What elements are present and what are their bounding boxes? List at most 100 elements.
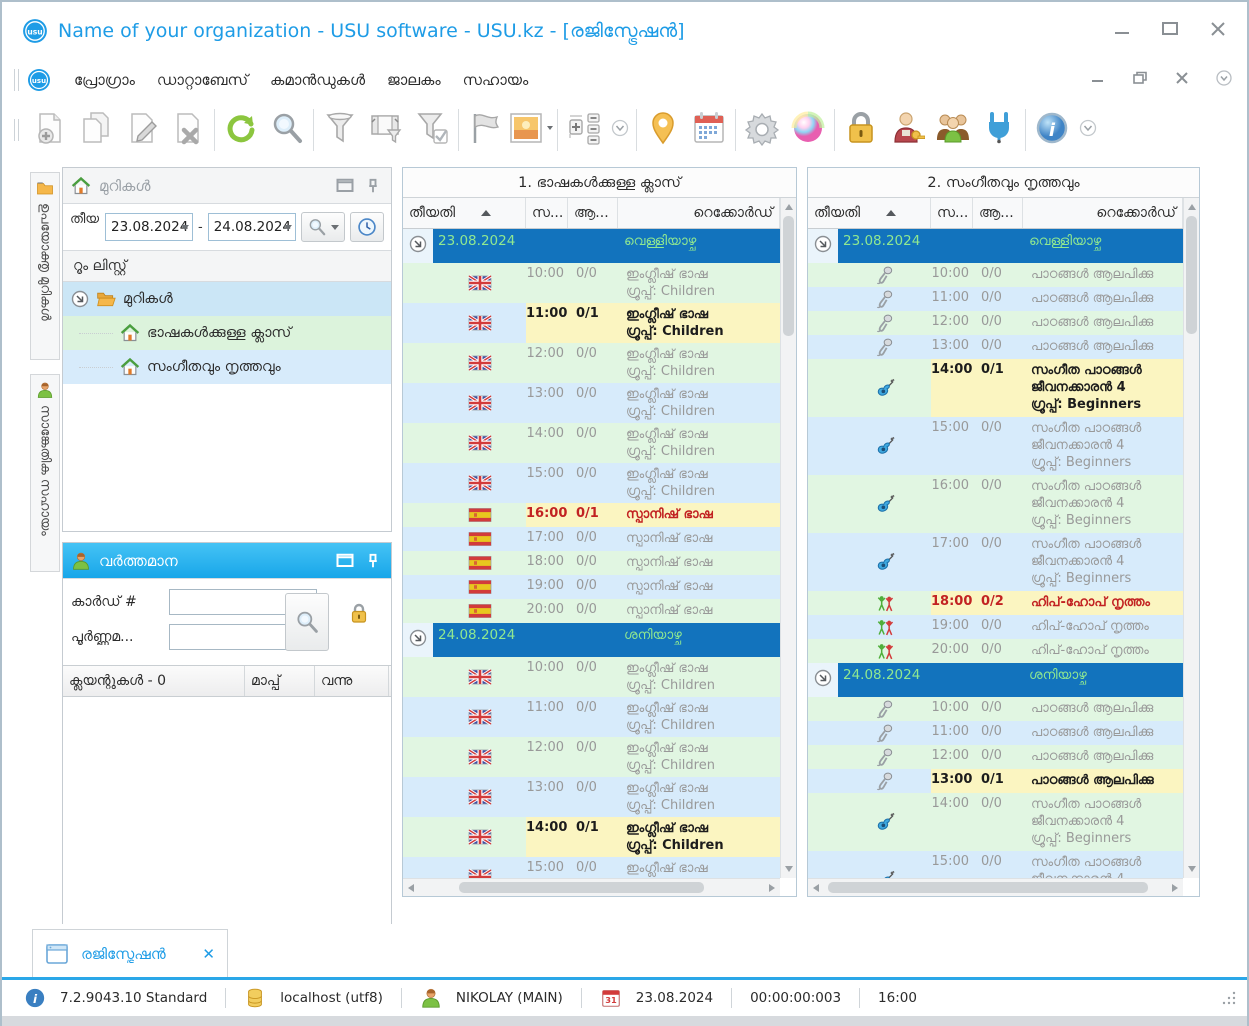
schedule-row[interactable]: 14:00 0/1 ഇംഗ്ലീഷ് ഭാഷ ഗ്രൂപ്പ്: Children xyxy=(403,817,780,857)
scroll-up-icon[interactable] xyxy=(785,204,793,210)
schedule-row[interactable]: 15:00 0/0 ഇംഗ്ലീഷ് ഭാഷഗ്രൂപ്പ്: Children xyxy=(403,857,780,879)
expand-arrow-icon[interactable] xyxy=(409,629,427,647)
filter-check-button[interactable] xyxy=(409,105,455,155)
toolbar-grip[interactable] xyxy=(14,69,19,91)
menu-item-2[interactable]: കമാൻഡുകൾ xyxy=(259,65,376,95)
schedule-row[interactable]: 13:00 0/1 പാഠങ്ങൾ ആലപിക്കു xyxy=(808,769,1183,793)
column-header-count[interactable]: ആ... xyxy=(973,198,1023,228)
mdi-close-button[interactable] xyxy=(1173,70,1191,86)
horizontal-scrollbar[interactable] xyxy=(808,878,1183,896)
mdi-minimize-button[interactable] xyxy=(1089,70,1107,86)
overflow-chevron-button[interactable] xyxy=(607,105,633,155)
schedule-row[interactable]: 18:00 0/0 സ്പാനിഷ് ഭാഷ xyxy=(403,551,780,575)
rooms-clock-button[interactable] xyxy=(349,212,384,242)
rooms-search-button[interactable] xyxy=(300,212,345,242)
column-header-date[interactable]: തീയതി xyxy=(403,198,526,228)
vertical-scrollbar[interactable] xyxy=(780,198,796,878)
schedule-row[interactable]: 10:00 0/0 പാഠങ്ങൾ ആലപിക്കു xyxy=(808,697,1183,721)
date-to-select[interactable]: 24.08.2024 xyxy=(207,213,296,241)
schedule-row[interactable]: 12:00 0/0 പാഠങ്ങൾ ആലപിക്കു xyxy=(808,311,1183,335)
scroll-right-icon[interactable] xyxy=(1172,884,1178,892)
client-column-2[interactable]: വന്നു xyxy=(315,666,389,696)
gear-button[interactable] xyxy=(739,105,785,155)
scroll-down-icon[interactable] xyxy=(1188,866,1196,872)
filter-button[interactable] xyxy=(317,105,363,155)
schedule-row[interactable]: 11:00 0/0 പാഠങ്ങൾ ആലപിക്കു xyxy=(808,287,1183,311)
schedule-row[interactable]: 10:00 0/0 ഇംഗ്ലീഷ് ഭാഷ ഗ്രൂപ്പ്: Children xyxy=(403,263,780,303)
vertical-scroll-thumb[interactable] xyxy=(783,216,794,336)
schedule-group-row[interactable]: 23.08.2024 വെള്ളിയാഴ്ച xyxy=(808,229,1183,263)
column-header-record[interactable]: റെക്കോർഡ് xyxy=(1023,198,1183,228)
row-size-button[interactable] xyxy=(561,105,607,155)
schedule-row[interactable]: 10:00 0/0 ഇംഗ്ലീഷ് ഭാഷ ഗ്രൂപ്പ്: Children xyxy=(403,657,780,697)
panel-pin-icon[interactable] xyxy=(363,176,383,196)
minimize-button[interactable] xyxy=(1111,20,1133,38)
schedule-row[interactable]: 10:00 0/0 പാഠങ്ങൾ ആലപിക്കു xyxy=(808,263,1183,287)
user-key-button[interactable] xyxy=(884,105,930,155)
horizontal-scroll-thumb[interactable] xyxy=(459,882,704,893)
panel-maximize-icon[interactable] xyxy=(335,551,355,571)
add-record-button[interactable] xyxy=(27,105,73,155)
date-from-select[interactable]: 23.08.2024 xyxy=(105,213,193,241)
menu-overflow-icon[interactable] xyxy=(1215,70,1233,86)
horizontal-scroll-thumb[interactable] xyxy=(828,882,1148,893)
column-header-time[interactable]: സ... xyxy=(526,198,568,228)
client-column-1[interactable]: മാപ്പ് xyxy=(245,666,315,696)
schedule-row[interactable]: 14:00 0/1 സംഗീത പാഠങ്ങൾ ജീവനക്കാരൻ 4 ഗ്രൂപ്പ… xyxy=(808,359,1183,417)
schedule-row[interactable]: 13:00 0/0 ഇംഗ്ലീഷ് ഭാഷ ഗ്രൂപ്പ്: Children xyxy=(403,777,780,817)
schedule-row[interactable]: 19:00 0/0 ഹിപ്-ഹോപ് നൃത്തം xyxy=(808,615,1183,639)
schedule-row[interactable]: 12:00 0/0 ഇംഗ്ലീഷ് ഭാഷ ഗ്രൂപ്പ്: Children xyxy=(403,737,780,777)
schedule-group-row[interactable]: 24.08.2024 ശനിയാഴ്ച xyxy=(808,663,1183,697)
client-search-button[interactable] xyxy=(285,593,329,651)
scroll-up-icon[interactable] xyxy=(1188,204,1196,210)
edit-record-button[interactable] xyxy=(119,105,165,155)
vertical-scrollbar[interactable] xyxy=(1183,198,1199,878)
schedule-row[interactable]: 15:00 0/0 സംഗീത പാഠങ്ങൾജീവനക്കാരൻ 4ഗ്രൂപ്പ… xyxy=(808,417,1183,475)
schedule-row[interactable]: 13:00 0/0 പാഠങ്ങൾ ആലപിക്കു xyxy=(808,335,1183,359)
tab-close-icon[interactable]: ✕ xyxy=(202,945,215,963)
schedule-row[interactable]: 17:00 0/0 സംഗീത പാഠങ്ങൾ ജീവനക്കാരൻ 4 ഗ്രൂപ്പ… xyxy=(808,533,1183,591)
tab-registration[interactable]: രജിസ്ട്രേഷൻ ✕ xyxy=(32,929,228,977)
image-picker-button[interactable] xyxy=(508,105,554,155)
maximize-button[interactable] xyxy=(1159,20,1181,38)
room-list-header[interactable]: റൂം ലിസ്റ്റ് xyxy=(63,250,391,282)
column-header-record[interactable]: റെക്കോർഡ് xyxy=(618,198,780,228)
close-button[interactable] xyxy=(1207,20,1229,38)
tree-node-0[interactable]: മുറികൾ xyxy=(63,282,391,316)
plug-button[interactable] xyxy=(976,105,1022,155)
column-header-time[interactable]: സ... xyxy=(931,198,973,228)
colors-button[interactable] xyxy=(785,105,831,155)
dock-tab-0[interactable]: ഉപയോക്തൃ മുറികൾ xyxy=(30,172,60,360)
schedule-row[interactable]: 11:00 0/1 ഇംഗ്ലീഷ് ഭാഷ ഗ്രൂപ്പ്: Children xyxy=(403,303,780,343)
panel-maximize-icon[interactable] xyxy=(335,176,355,196)
schedule-row[interactable]: 15:00 0/0 ഇംഗ്ലീഷ് ഭാഷഗ്രൂപ്പ്: Children xyxy=(403,463,780,503)
menu-item-0[interactable]: പ്രോഗ്രാം xyxy=(63,65,146,95)
overflow-chevron-button[interactable] xyxy=(1075,105,1101,155)
schedule-group-row[interactable]: 24.08.2024 ശനിയാഴ്ച xyxy=(403,623,780,657)
schedule-row[interactable]: 20:00 0/0 സ്പാനിഷ് ഭാഷ xyxy=(403,599,780,623)
schedule-row[interactable]: 14:00 0/0 ഇംഗ്ലീഷ് ഭാഷ ഗ്രൂപ്പ്: Children xyxy=(403,423,780,463)
tree-node-1[interactable]: ഭാഷകൾക്കുള്ള ക്ലാസ് xyxy=(63,316,391,350)
search-button[interactable] xyxy=(264,105,310,155)
column-header-date[interactable]: തീയതി xyxy=(808,198,931,228)
client-column-0[interactable]: ക്ലയന്റുകൾ - 0 xyxy=(63,666,245,696)
scroll-down-icon[interactable] xyxy=(785,866,793,872)
location-pin-button[interactable] xyxy=(640,105,686,155)
expand-arrow-icon[interactable] xyxy=(814,669,832,687)
schedule-row[interactable]: 18:00 0/2 ഹിപ്-ഹോപ് നൃത്തം xyxy=(808,591,1183,615)
schedule-group-row[interactable]: 23.08.2024 വെള്ളിയാഴ്ച xyxy=(403,229,780,263)
expand-arrow-icon[interactable] xyxy=(71,290,89,308)
menu-item-1[interactable]: ഡാറ്റാബേസ് xyxy=(146,65,259,95)
toolbar-grip2[interactable] xyxy=(14,119,19,141)
schedule-row[interactable]: 14:00 0/0 സംഗീത പാഠങ്ങൾ ജീവനക്കാരൻ 4 ഗ്രൂപ്പ… xyxy=(808,793,1183,851)
info-button[interactable]: i xyxy=(1029,105,1075,155)
schedule-row[interactable]: 19:00 0/0 സ്പാനിഷ് ഭാഷ xyxy=(403,575,780,599)
delete-record-button[interactable] xyxy=(165,105,211,155)
expand-arrow-icon[interactable] xyxy=(814,235,832,253)
users-button[interactable] xyxy=(930,105,976,155)
schedule-row[interactable]: 16:00 0/0 സംഗീത പാഠങ്ങൾ ജീവനക്കാരൻ 4 ഗ്രൂപ്പ… xyxy=(808,475,1183,533)
dock-tab-1[interactable]: സാങ്കേതിക സഹായം xyxy=(30,374,60,572)
horizontal-scrollbar[interactable] xyxy=(403,878,780,896)
schedule-row[interactable]: 17:00 0/0 സ്പാനിഷ് ഭാഷ xyxy=(403,527,780,551)
flag-button[interactable] xyxy=(462,105,508,155)
